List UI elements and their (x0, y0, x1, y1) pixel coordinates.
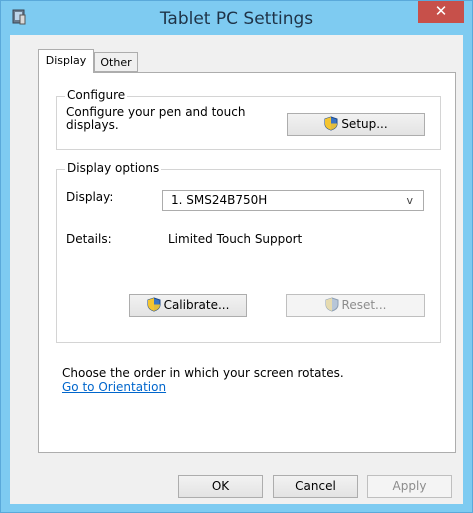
display-tab-panel: Configure Configure your pen and touch d… (38, 72, 456, 453)
configure-legend: Configure (65, 88, 128, 102)
dialog-window: Tablet PC Settings ✕ Display Other Confi… (0, 0, 473, 513)
configure-text-line1: Configure your pen and touch (66, 105, 246, 119)
uac-shield-icon (147, 297, 161, 312)
display-label: Display: (66, 190, 114, 204)
tab-display[interactable]: Display (38, 49, 94, 73)
details-label: Details: (66, 232, 112, 246)
reset-button[interactable]: Reset... (286, 294, 425, 317)
cancel-button[interactable]: Cancel (273, 475, 358, 498)
go-to-orientation-link[interactable]: Go to Orientation (62, 380, 166, 394)
calibrate-button[interactable]: Calibrate... (129, 294, 247, 317)
uac-shield-icon (324, 116, 338, 131)
setup-button-label: Setup... (341, 117, 388, 131)
title-bar[interactable]: Tablet PC Settings ✕ (1, 1, 472, 35)
display-options-group: Display options Display: 1. SMS24B750H v… (56, 161, 441, 343)
ok-button[interactable]: OK (178, 475, 263, 498)
setup-button[interactable]: Setup... (287, 113, 425, 136)
orientation-text: Choose the order in which your screen ro… (62, 366, 344, 380)
display-options-legend: Display options (65, 161, 162, 175)
uac-shield-icon (325, 297, 339, 312)
display-select[interactable]: 1. SMS24B750H v (162, 190, 424, 211)
tab-other[interactable]: Other (94, 52, 138, 72)
dialog-client: Display Other Configure Configure your p… (10, 35, 463, 504)
close-button[interactable]: ✕ (418, 1, 464, 23)
details-value: Limited Touch Support (168, 232, 303, 246)
configure-group: Configure Configure your pen and touch d… (56, 88, 441, 150)
chevron-down-icon: v (406, 194, 413, 207)
close-icon: ✕ (434, 2, 448, 20)
apply-button[interactable]: Apply (367, 475, 452, 498)
reset-button-label: Reset... (341, 298, 387, 312)
configure-text-line2: displays. (66, 118, 119, 132)
window-title: Tablet PC Settings (159, 9, 314, 29)
calibrate-button-label: Calibrate... (163, 298, 230, 312)
display-select-value: 1. SMS24B750H (171, 193, 268, 207)
